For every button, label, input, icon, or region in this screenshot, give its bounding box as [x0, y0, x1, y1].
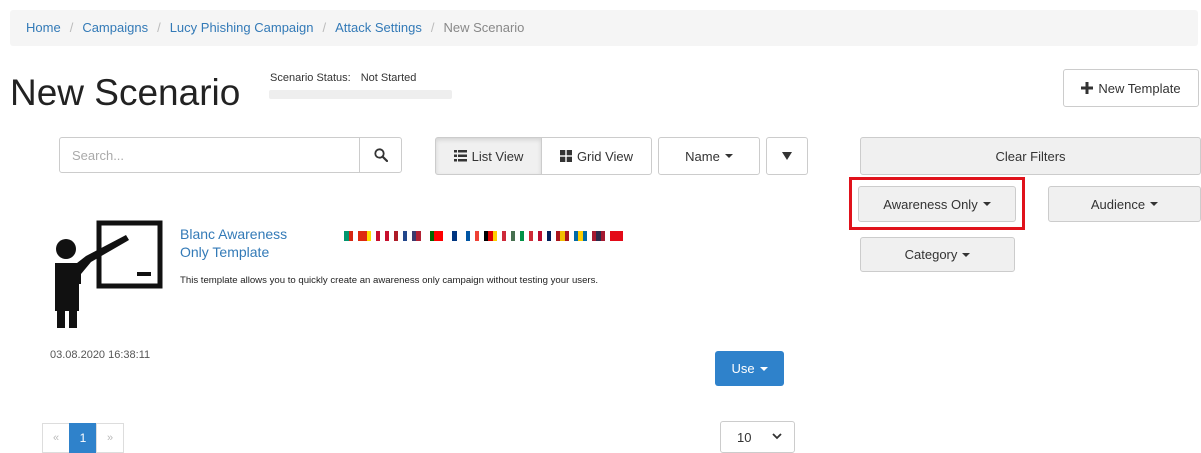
sort-label: Name	[685, 148, 720, 164]
language-flag-icon	[484, 231, 497, 241]
breadcrumb-attack-settings[interactable]: Attack Settings	[335, 20, 422, 35]
caret-down-icon	[759, 366, 768, 371]
template-title-link[interactable]: Blanc Awareness Only Template	[180, 225, 310, 261]
status-label: Scenario Status:	[270, 72, 351, 84]
list-view-button[interactable]: List View	[435, 137, 542, 175]
caret-down-icon	[1150, 202, 1159, 206]
breadcrumb-campaign[interactable]: Lucy Phishing Campaign	[170, 20, 314, 35]
grid-view-label: Grid View	[576, 148, 634, 164]
language-flag-icon	[610, 231, 623, 241]
category-dropdown[interactable]: Category	[860, 237, 1015, 272]
language-flag-icon	[412, 231, 425, 241]
template-description: This template allows you to quickly crea…	[180, 275, 599, 286]
status-progress-bar	[269, 90, 452, 99]
audience-dropdown[interactable]: Audience	[1048, 186, 1201, 222]
language-flag-icon	[556, 231, 569, 241]
list-view-label: List View	[471, 148, 524, 164]
language-flag-icon	[502, 231, 515, 241]
pagination-prev[interactable]: «	[42, 423, 70, 453]
language-flag-icon	[394, 231, 407, 241]
per-page-value: 10	[737, 429, 752, 445]
pagination: « 1 »	[42, 423, 124, 453]
language-flag-icon	[340, 231, 353, 241]
pagination-next[interactable]: »	[96, 423, 124, 453]
language-flag-icon	[430, 231, 443, 241]
status-value: Not Started	[360, 72, 417, 84]
language-flag-icon	[538, 231, 551, 241]
language-flag-icon	[574, 231, 587, 241]
plus-icon	[1081, 82, 1094, 94]
highlight-box	[849, 177, 1025, 230]
caret-down-icon	[724, 154, 733, 158]
breadcrumb-separator: /	[322, 20, 327, 35]
grid-view-button[interactable]: Grid View	[541, 137, 652, 175]
category-label: Category	[904, 247, 958, 262]
page-title: New Scenario	[10, 72, 241, 113]
language-flag-icon	[520, 231, 533, 241]
triangle-down-icon	[782, 152, 792, 160]
breadcrumb-separator: /	[69, 20, 74, 35]
pagination-page[interactable]: 1	[69, 423, 97, 453]
language-flag-icon	[448, 231, 461, 241]
search-box	[59, 137, 402, 173]
sort-direction-button[interactable]	[766, 137, 808, 175]
teacher-presentation-icon	[55, 220, 163, 328]
use-label: Use	[731, 361, 755, 376]
list-icon	[453, 150, 467, 162]
search-icon	[373, 148, 388, 162]
language-flag-icon	[376, 231, 389, 241]
breadcrumb: Home / Campaigns / Lucy Phishing Campaign / At…	[10, 10, 1198, 46]
new-template-button[interactable]: New Template	[1063, 69, 1199, 107]
language-flag-icon	[466, 231, 479, 241]
clear-filters-label: Clear Filters	[995, 148, 1066, 164]
search-input[interactable]	[60, 138, 360, 172]
search-button[interactable]	[359, 138, 401, 172]
scenario-status: Scenario Status: Not Started	[270, 72, 416, 84]
language-flag-icon	[358, 231, 371, 241]
use-button[interactable]: Use	[715, 351, 784, 386]
sort-name-dropdown[interactable]: Name	[658, 137, 760, 175]
template-date: 03.08.2020 16:38:11	[50, 349, 151, 361]
grid-icon	[559, 150, 572, 162]
language-flags	[340, 231, 623, 241]
caret-down-icon	[962, 252, 971, 257]
audience-label: Audience	[1090, 196, 1146, 212]
chevron-down-icon	[772, 433, 782, 440]
breadcrumb-home[interactable]: Home	[26, 20, 61, 35]
breadcrumb-campaigns[interactable]: Campaigns	[82, 20, 148, 35]
clear-filters-button[interactable]: Clear Filters	[860, 137, 1201, 175]
language-flag-icon	[592, 231, 605, 241]
new-template-label: New Template	[1098, 80, 1181, 96]
breadcrumb-current: New Scenario	[443, 20, 525, 35]
per-page-select[interactable]: 10	[720, 421, 795, 453]
breadcrumb-separator: /	[430, 20, 435, 35]
breadcrumb-separator: /	[157, 20, 161, 35]
